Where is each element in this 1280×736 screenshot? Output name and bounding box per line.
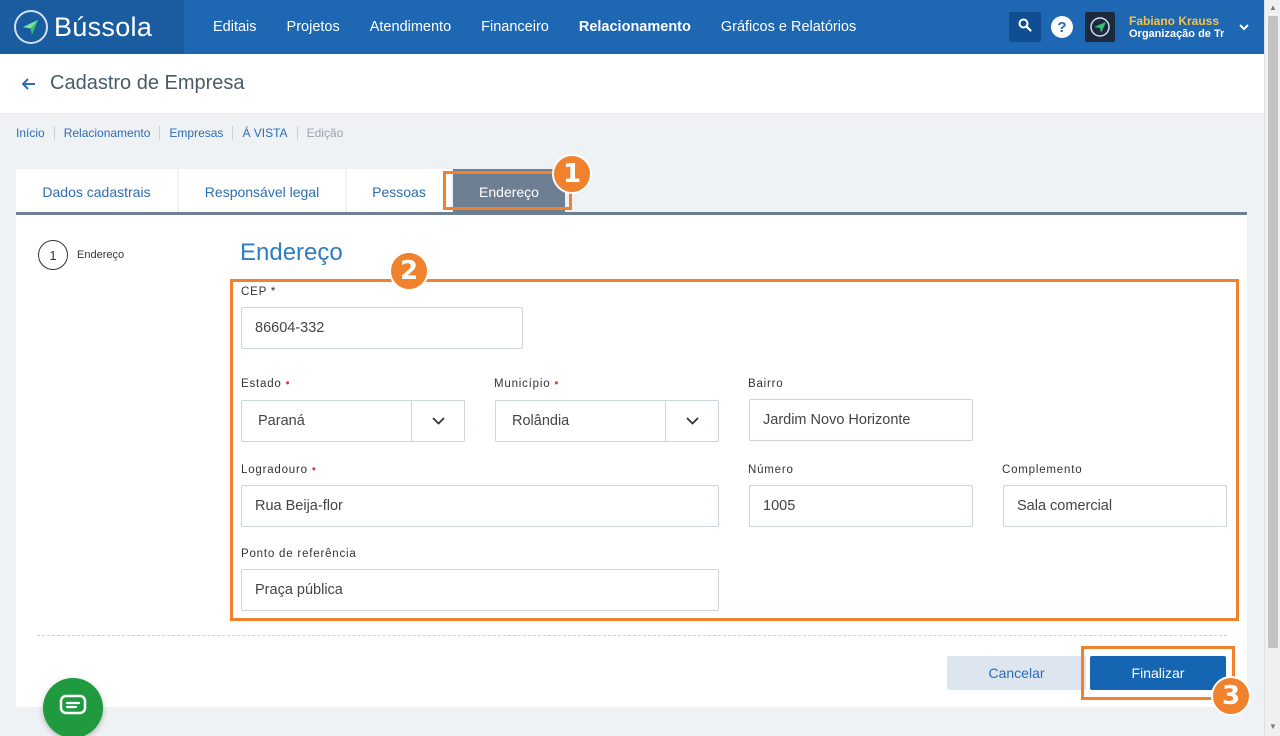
search-button[interactable] — [1009, 12, 1041, 42]
step-item[interactable]: 1 Endereço — [38, 240, 124, 270]
breadcrumb: Início Relacionamento Empresas Á VISTA E… — [16, 126, 352, 140]
chevron-down-icon[interactable] — [1224, 23, 1264, 31]
scroll-thumb[interactable] — [1268, 16, 1278, 648]
nav-item-financeiro[interactable]: Financeiro — [466, 0, 564, 54]
user-menu[interactable]: Fabiano Krauss Organização de Tre — [1129, 14, 1224, 40]
breadcrumb-item-empresa[interactable]: Á VISTA — [232, 126, 296, 140]
breadcrumb-item-empresas[interactable]: Empresas — [159, 126, 232, 140]
tab-responsavel-legal[interactable]: Responsável legal — [179, 169, 345, 214]
nav-item-relacionamento[interactable]: Relacionamento — [564, 0, 706, 54]
nav-item-editais[interactable]: Editais — [198, 0, 272, 54]
search-icon — [1018, 18, 1032, 37]
annotation-marker-2: 2 — [389, 251, 429, 291]
breadcrumb-item-edicao: Edição — [296, 126, 353, 140]
top-navbar: Bússola Editais Projetos Atendimento Fin… — [0, 0, 1264, 54]
nav-item-projetos[interactable]: Projetos — [272, 0, 355, 54]
annotation-marker-3: 3 — [1211, 676, 1251, 716]
scroll-up-icon[interactable]: ▲ — [1268, 3, 1278, 13]
chat-button[interactable] — [43, 678, 103, 736]
scroll-down-icon[interactable]: ▼ — [1268, 722, 1278, 732]
user-org: Organização de Tre — [1129, 28, 1224, 40]
nav-item-graficos-relatorios[interactable]: Gráficos e Relatórios — [706, 0, 871, 54]
compass-icon — [14, 10, 48, 44]
app-name: Bússola — [54, 11, 153, 42]
highlight-address-fields — [230, 279, 1239, 621]
step-label: Endereço — [77, 249, 125, 261]
page-title: Cadastro de Empresa — [50, 72, 245, 94]
nav-item-atendimento[interactable]: Atendimento — [355, 0, 466, 54]
user-name: Fabiano Krauss — [1129, 14, 1220, 28]
tab-pessoas[interactable]: Pessoas — [347, 169, 451, 214]
breadcrumb-item-inicio[interactable]: Início — [16, 126, 54, 140]
avatar[interactable] — [1085, 12, 1115, 42]
page-scrollbar[interactable]: ▲ ▼ — [1264, 0, 1280, 736]
tab-dados-cadastrais[interactable]: Dados cadastrais — [16, 169, 177, 214]
arrow-left-icon[interactable] — [22, 77, 36, 90]
app-logo[interactable]: Bússola — [0, 0, 184, 54]
step-number: 1 — [38, 240, 68, 270]
page-header: Cadastro de Empresa — [0, 54, 1264, 114]
annotation-marker-1: 1 — [552, 154, 592, 194]
help-icon[interactable]: ? — [1051, 16, 1073, 38]
section-title: Endereço — [240, 239, 343, 266]
form-divider — [37, 635, 1227, 636]
breadcrumb-item-relacionamento[interactable]: Relacionamento — [53, 126, 160, 140]
main-nav: Editais Projetos Atendimento Financeiro … — [198, 0, 871, 54]
chat-icon — [59, 694, 87, 723]
cancel-button[interactable]: Cancelar — [947, 656, 1086, 690]
